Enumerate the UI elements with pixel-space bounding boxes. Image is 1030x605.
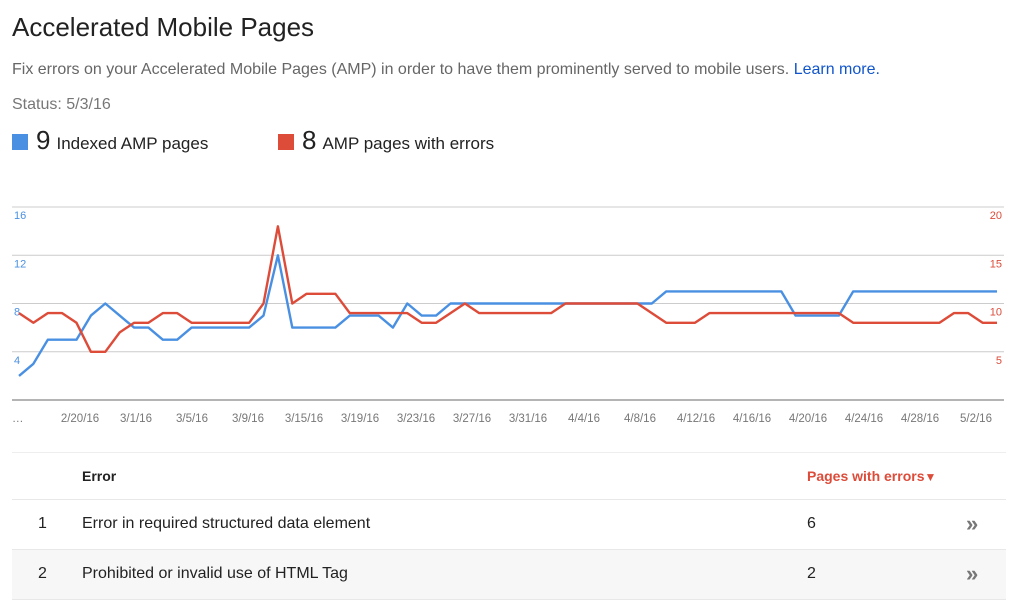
x-tick-label: 4/28/16 <box>901 413 939 425</box>
header-pages-label: Pages with errors <box>807 468 925 484</box>
x-tick-label: 3/1/16 <box>120 413 152 425</box>
y-left-tick-label: 16 <box>14 210 26 222</box>
learn-more-link[interactable]: Learn more. <box>794 61 880 78</box>
row-error: Error in required structured data elemen… <box>82 515 371 532</box>
x-tick-label: 4/4/16 <box>568 413 600 425</box>
indexed-label: Indexed AMP pages <box>56 134 209 153</box>
legend-swatch-red <box>278 134 294 150</box>
row-index: 1 <box>38 515 47 532</box>
x-tick-label: 4/20/16 <box>789 413 827 425</box>
x-tick-label: 3/23/16 <box>397 413 435 425</box>
double-chevron-right-icon[interactable]: » <box>966 550 978 598</box>
row-index: 2 <box>38 565 47 582</box>
x-tick-label: 3/9/16 <box>232 413 264 425</box>
error-label: AMP pages with errors <box>322 134 495 153</box>
x-tick-label: 4/8/16 <box>624 413 656 425</box>
legend-indexed-pages[interactable]: 9 Indexed AMP pages <box>12 125 208 156</box>
y-left-tick-label: 4 <box>14 355 20 367</box>
indexed-count: 9 <box>36 125 51 155</box>
x-tick-label: 4/16/16 <box>733 413 771 425</box>
y-right-tick-label: 20 <box>990 210 1002 222</box>
errors-table: Error Pages with errors▼ 1 Error in requ… <box>12 452 1006 600</box>
status-date: Status: 5/3/16 <box>12 96 111 113</box>
x-tick-label: 4/24/16 <box>845 413 883 425</box>
x-tick-label: 5/2/16 <box>960 413 992 425</box>
page-description: Fix errors on your Accelerated Mobile Pa… <box>12 61 880 79</box>
error-count: 8 <box>302 125 317 155</box>
row-pages: 6 <box>807 515 816 532</box>
indexed-pages-line <box>18 254 997 377</box>
x-tick-label: 3/19/16 <box>341 413 379 425</box>
sort-desc-icon: ▼ <box>924 470 937 484</box>
x-tick-label: 3/27/16 <box>453 413 491 425</box>
x-tick-label: 3/5/16 <box>176 413 208 425</box>
table-row[interactable]: 1 Error in required structured data elem… <box>12 499 1006 549</box>
x-tick-label: … <box>12 413 24 425</box>
x-tick-label: 3/15/16 <box>285 413 323 425</box>
header-error[interactable]: Error <box>82 453 116 499</box>
x-tick-label: 3/31/16 <box>509 413 547 425</box>
table-row[interactable]: 2 Prohibited or invalid use of HTML Tag … <box>12 549 1006 600</box>
page-title: Accelerated Mobile Pages <box>12 12 315 42</box>
header-pages-with-errors[interactable]: Pages with errors▼ <box>807 453 936 500</box>
y-right-tick-label: 15 <box>990 258 1002 270</box>
double-chevron-right-icon[interactable]: » <box>966 500 978 548</box>
y-right-tick-label: 5 <box>996 355 1002 367</box>
description-text: Fix errors on your Accelerated Mobile Pa… <box>12 61 790 78</box>
y-right-tick-label: 10 <box>990 307 1002 319</box>
table-header: Error Pages with errors▼ <box>12 452 1006 499</box>
x-tick-label: 2/20/16 <box>61 413 99 425</box>
y-left-tick-label: 12 <box>14 258 26 270</box>
legend-swatch-blue <box>12 134 28 150</box>
x-tick-label: 4/12/16 <box>677 413 715 425</box>
legend-error-pages[interactable]: 8 AMP pages with errors <box>278 125 494 156</box>
row-error: Prohibited or invalid use of HTML Tag <box>82 565 348 582</box>
y-left-tick-label: 8 <box>14 307 20 319</box>
row-pages: 2 <box>807 565 816 582</box>
amp-line-chart[interactable]: 4 8 12 16 5 10 15 20 … 2/20/16 3/1/16 3/5/16 3/9/16 3… <box>0 195 1030 435</box>
error-pages-line <box>18 225 997 354</box>
